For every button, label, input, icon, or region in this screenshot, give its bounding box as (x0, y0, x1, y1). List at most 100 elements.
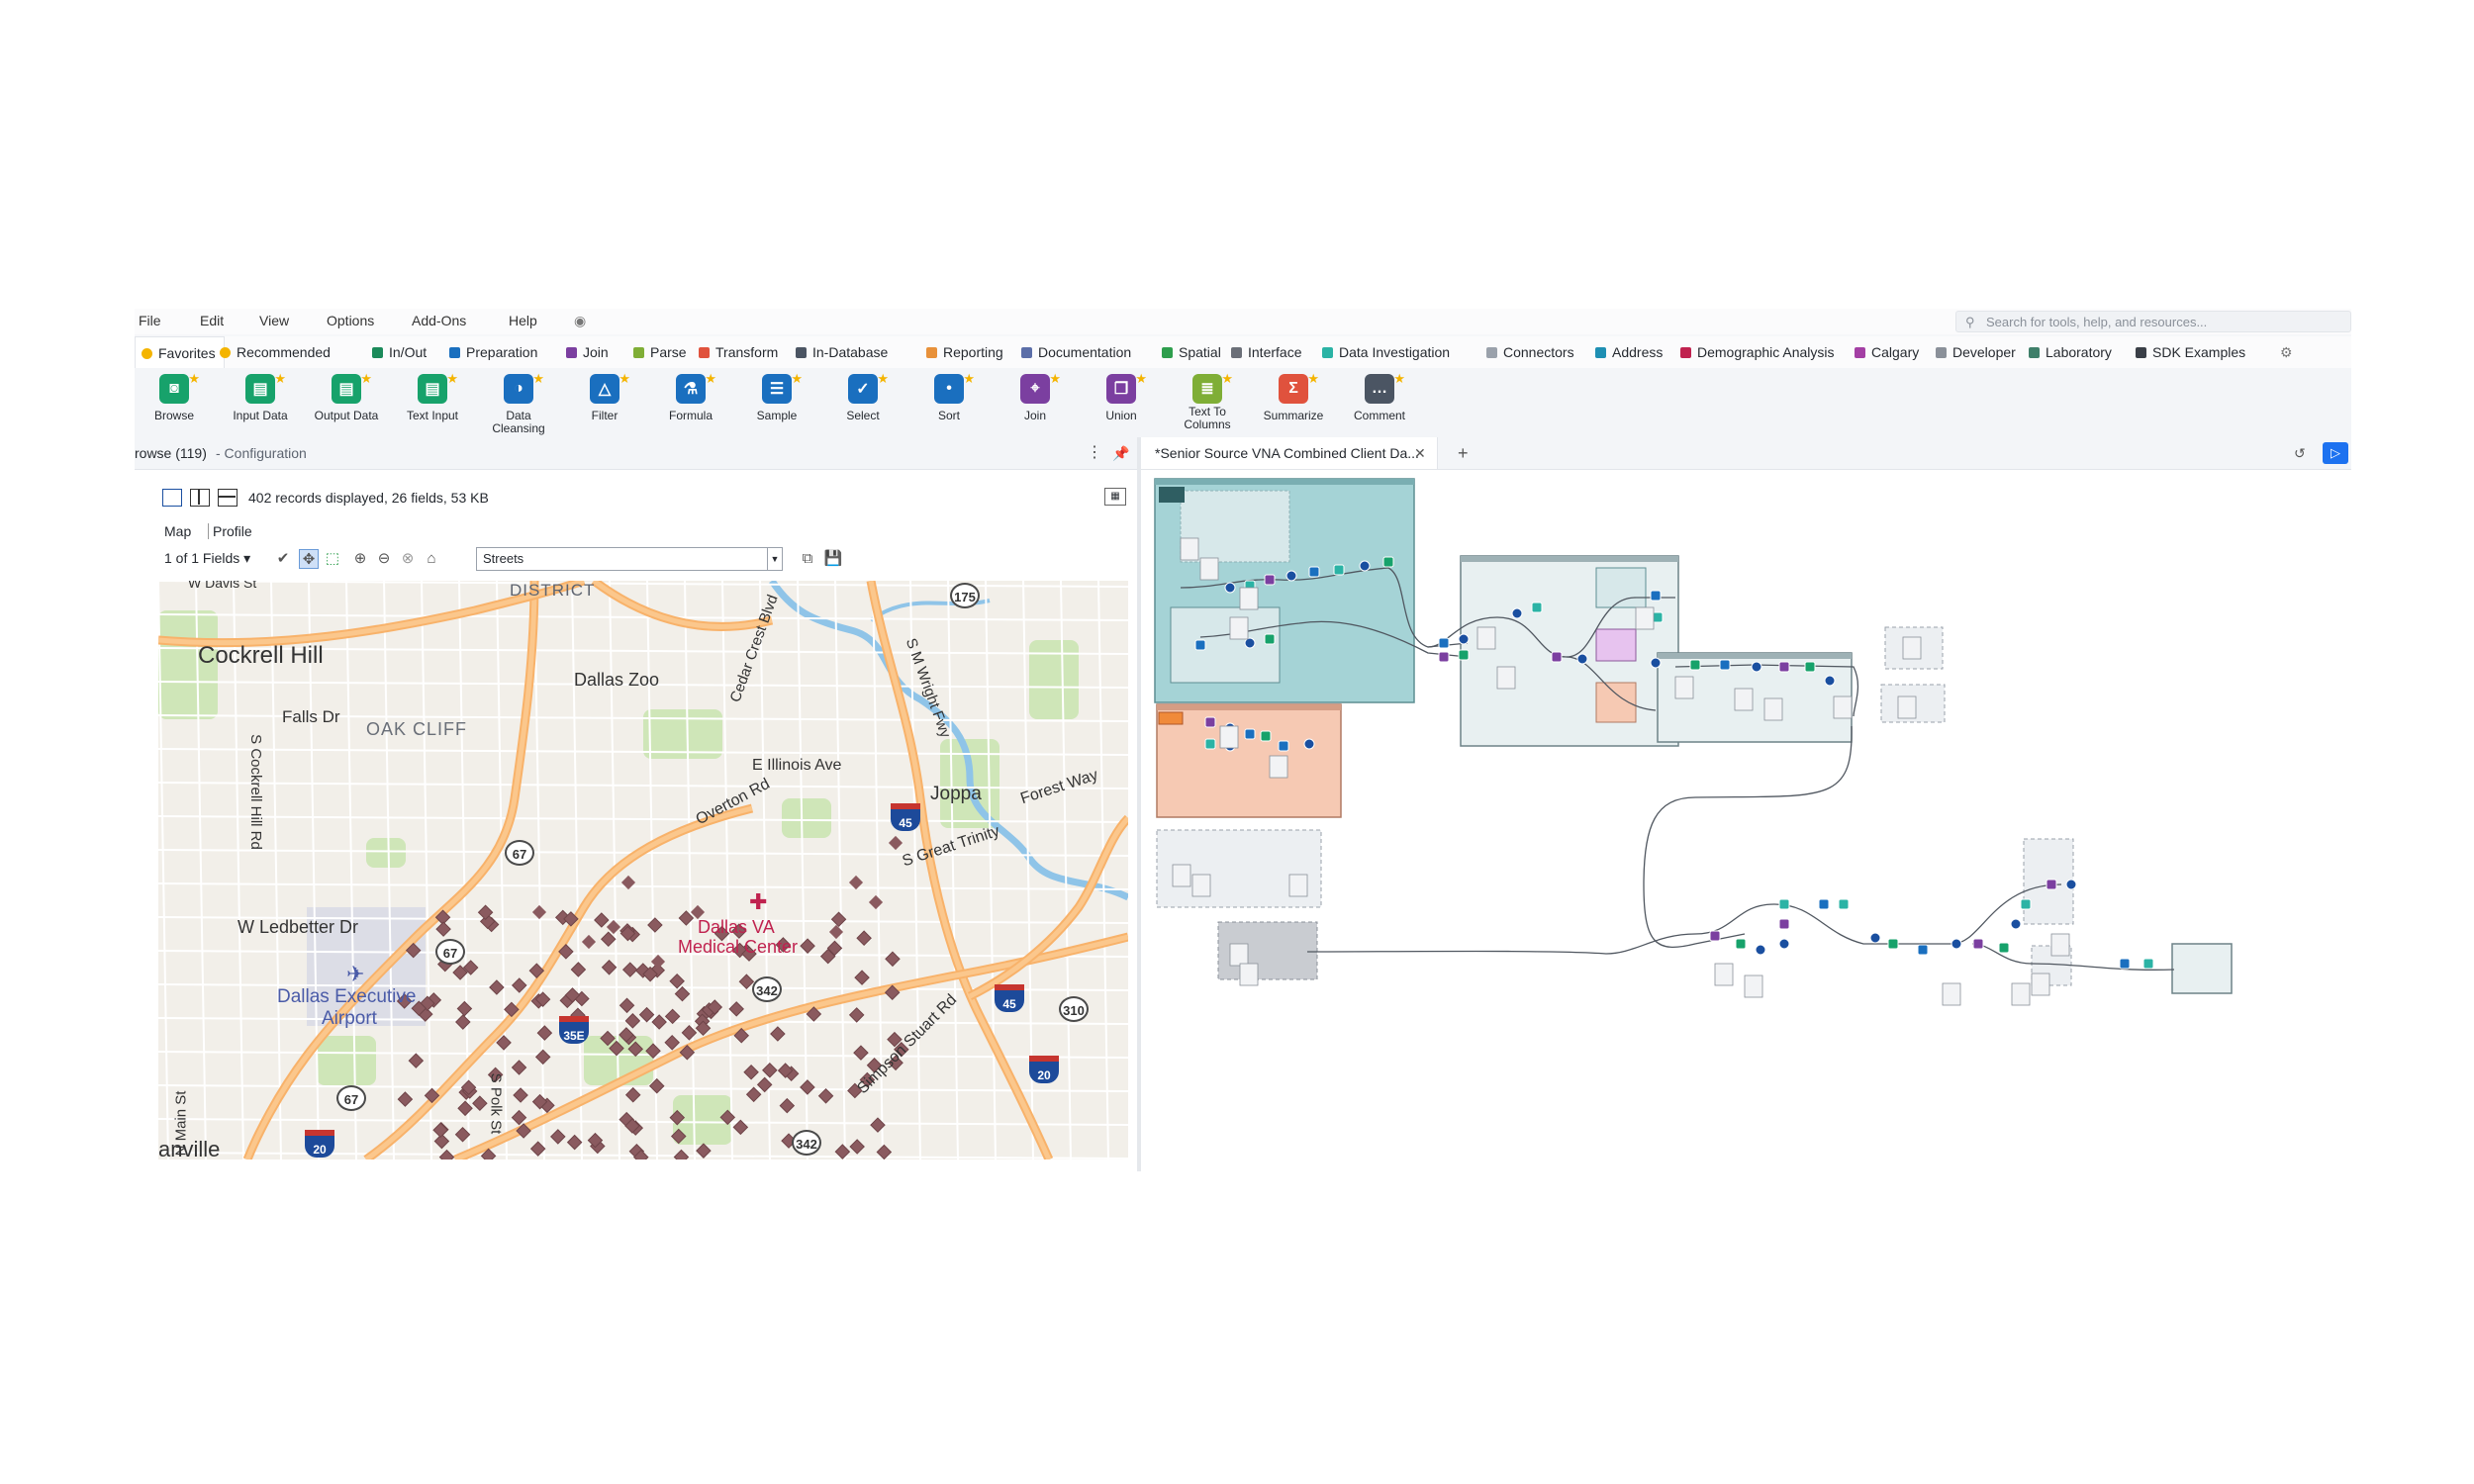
menu-options[interactable]: Options (327, 313, 374, 328)
category-tab-laboratory[interactable]: Laboratory (2029, 336, 2112, 368)
category-tab-address[interactable]: Address (1595, 336, 1663, 368)
workflow-tool-node[interactable] (1778, 898, 1790, 910)
workflow-tool-node[interactable] (1458, 633, 1470, 645)
menu-file[interactable]: File (139, 313, 161, 328)
workflow-tool-node[interactable] (2065, 879, 2077, 890)
fields-selector[interactable]: 1 of 1 Fields ▾ (164, 550, 250, 567)
pan-icon[interactable]: ✥ (299, 549, 319, 569)
tool-summarize[interactable]: ★ Σ Summarize (1254, 371, 1333, 422)
workflow-tool-node[interactable] (1751, 661, 1762, 673)
workflow-tool-node[interactable] (2119, 958, 2131, 970)
tool-text-to-columns[interactable]: ★ ≣ Text To Columns (1168, 371, 1247, 431)
category-tab-developer[interactable]: Developer (1936, 336, 2016, 368)
menu-edit[interactable]: Edit (200, 313, 224, 328)
zoom-in-icon[interactable]: ⊕ (350, 549, 370, 569)
workflow-tool-node[interactable] (1824, 675, 1836, 687)
workflow-tool-node[interactable] (1709, 930, 1721, 942)
workflow-tool-node[interactable] (2010, 918, 2022, 930)
category-tab-calgary[interactable]: Calgary (1855, 336, 1919, 368)
single-view-icon[interactable] (162, 489, 182, 507)
workflow-tool-node[interactable] (1204, 738, 1216, 750)
workflow-tool-node[interactable] (1438, 651, 1450, 663)
workflow-tool-node[interactable] (1244, 637, 1256, 649)
home-icon[interactable]: ⌂ (422, 549, 441, 569)
workflow-tool-node[interactable] (1869, 932, 1881, 944)
workflow-tool-node[interactable] (1735, 938, 1747, 950)
menu-view[interactable]: View (259, 313, 289, 328)
workflow-tool-node[interactable] (1917, 944, 1929, 956)
category-tab-in-out[interactable]: In/Out (372, 336, 427, 368)
run-button[interactable]: ▷ (2323, 442, 2348, 464)
category-tab-reporting[interactable]: Reporting (926, 336, 1003, 368)
category-tab-demographic-analysis[interactable]: Demographic Analysis (1680, 336, 1835, 368)
workflow-tool-node[interactable] (1778, 918, 1790, 930)
tool-select[interactable]: ★ ✓ Select (823, 371, 903, 422)
workflow-tab[interactable]: *Senior Source VNA Combined Client Da... (1141, 437, 1438, 469)
tool-filter[interactable]: ★ △ Filter (565, 371, 644, 422)
workflow-tool-node[interactable] (1458, 649, 1470, 661)
workflow-tool-node[interactable] (1951, 938, 1962, 950)
workflow-tool-node[interactable] (1998, 942, 2010, 954)
category-tab-sdk-examples[interactable]: SDK Examples (2136, 336, 2245, 368)
close-icon[interactable]: ✕ (1414, 437, 1426, 469)
workflow-tool-node[interactable] (1224, 582, 1236, 594)
tool-browse[interactable]: ★ ◙ Browse (135, 371, 214, 422)
tool-data-cleansing[interactable]: ★ ◑ Data Cleansing (479, 371, 558, 435)
workflow-tool-node[interactable] (1972, 938, 1984, 950)
category-tab-favorites[interactable]: Favorites (135, 336, 225, 369)
select-rectangle-icon[interactable]: ⬚ (323, 549, 342, 569)
table-layout-icon[interactable]: ▦ (1104, 488, 1126, 506)
workflow-tool-node[interactable] (1511, 607, 1523, 619)
tab-map[interactable]: Map (164, 523, 191, 539)
tool-output-data[interactable]: ★ ▤ Output Data (307, 371, 386, 422)
zoom-selection-icon[interactable]: ⊗ (398, 549, 418, 569)
tool-comment[interactable]: ★… Comment (1340, 371, 1419, 422)
workflow-tool-node[interactable] (1278, 740, 1289, 752)
history-icon[interactable]: ↺ (2294, 437, 2306, 469)
tool-container[interactable] (1595, 628, 1637, 662)
category-tab-transform[interactable]: Transform (699, 336, 778, 368)
copy-icon[interactable]: ⧉ (798, 549, 817, 569)
search-input[interactable]: ⚲ Search for tools, help, and resources.… (1955, 311, 2351, 332)
tool-container[interactable] (1156, 703, 1342, 818)
gear-icon[interactable]: ⚙ (2280, 336, 2293, 368)
category-tab-spatial[interactable]: Spatial (1162, 336, 1221, 368)
workflow-tool-node[interactable] (1755, 944, 1766, 956)
category-tab-connectors[interactable]: Connectors (1486, 336, 1574, 368)
category-tab-parse[interactable]: Parse (633, 336, 687, 368)
tool-container[interactable] (1170, 606, 1281, 684)
tool-sample[interactable]: ★ ☰ Sample (737, 371, 816, 422)
workflow-tool-node[interactable] (1264, 633, 1276, 645)
tool-container[interactable] (2171, 943, 2233, 994)
workflow-tool-node[interactable] (1650, 590, 1662, 602)
workflow-tool-node[interactable] (1804, 661, 1816, 673)
base-layer-select[interactable]: Streets ▼ (476, 547, 783, 571)
workflow-tool-node[interactable] (1818, 898, 1830, 910)
workflow-tool-node[interactable] (1303, 738, 1315, 750)
workflow-tool-node[interactable] (1650, 657, 1662, 669)
tab-profile[interactable]: Profile (208, 523, 256, 539)
category-tab-in-database[interactable]: In-Database (796, 336, 888, 368)
tool-input-data[interactable]: ★ ▤ Input Data (221, 371, 300, 422)
tool-union[interactable]: ★ ❐ Union (1082, 371, 1161, 422)
workflow-tool-node[interactable] (1260, 730, 1272, 742)
tool-formula[interactable]: ★ ⚗ Formula (651, 371, 730, 422)
workflow-tool-node[interactable] (1285, 570, 1297, 582)
tool-join[interactable]: ★ ⌖ Join (996, 371, 1075, 422)
category-tab-documentation[interactable]: Documentation (1021, 336, 1131, 368)
workflow-tool-node[interactable] (1382, 556, 1394, 568)
workflow-tool-node[interactable] (1359, 560, 1371, 572)
workflow-tool-node[interactable] (1531, 602, 1543, 613)
globe-icon[interactable]: ◉ (574, 313, 586, 329)
check-icon[interactable]: ✔ (273, 549, 293, 569)
workflow-tool-node[interactable] (2046, 879, 2057, 890)
workflow-tool-node[interactable] (1778, 661, 1790, 673)
workflow-tool-node[interactable] (1244, 728, 1256, 740)
tool-text-input[interactable]: ★ ▤ Text Input (393, 371, 472, 422)
category-tab-interface[interactable]: Interface (1231, 336, 1301, 368)
more-options-icon[interactable]: ⋮ (1087, 437, 1102, 469)
workflow-tool-node[interactable] (1308, 566, 1320, 578)
category-tab-join[interactable]: Join (566, 336, 609, 368)
stacked-view-icon[interactable] (218, 489, 238, 507)
workflow-tool-node[interactable] (1204, 716, 1216, 728)
